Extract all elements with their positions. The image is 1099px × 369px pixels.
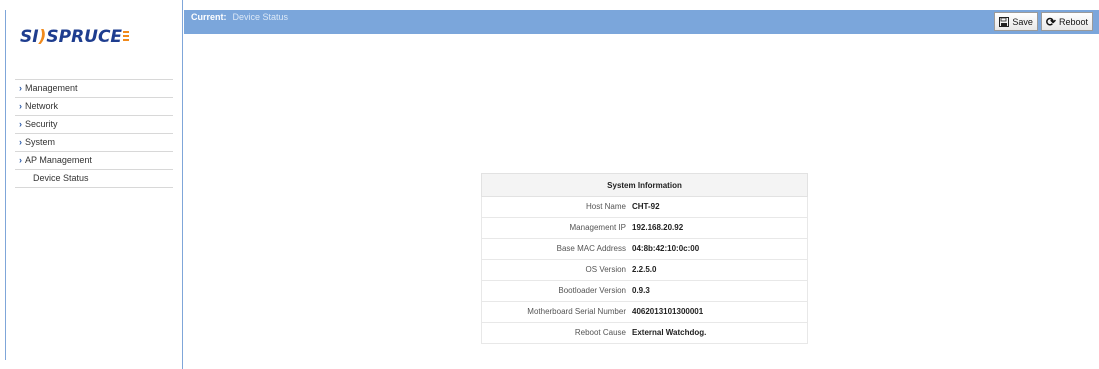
sidebar-item-security[interactable]: › Security <box>15 116 173 134</box>
row-key: Management IP <box>569 223 626 232</box>
chevron-right-icon: › <box>19 83 22 93</box>
row-key: Motherboard Serial Number <box>527 307 626 316</box>
table-row: Management IP 192.168.20.92 <box>481 218 808 239</box>
logo-text: SPRUCE <box>46 27 123 47</box>
row-value: 04:8b:42:10:0c:00 <box>632 244 700 253</box>
chevron-right-icon: › <box>19 119 22 129</box>
row-key: Bootloader Version <box>558 286 626 295</box>
row-key: Reboot Cause <box>574 328 626 337</box>
logo-prefix: SI <box>20 27 39 47</box>
sidebar-item-label: Security <box>25 119 58 129</box>
sidebar-item-system[interactable]: › System <box>15 134 173 152</box>
sidebar-item-management[interactable]: › Management <box>15 80 173 98</box>
floppy-disk-icon <box>999 16 1010 27</box>
table-row: Motherboard Serial Number 40620131013000… <box>481 302 808 323</box>
sidebar: SI)SPRUCE › Management › Network › Security… <box>0 0 183 369</box>
row-value: 192.168.20.92 <box>632 223 684 232</box>
table-row: Reboot Cause External Watchdog. <box>481 323 808 344</box>
table-row: OS Version 2.2.5.0 <box>481 260 808 281</box>
toolbar: Save ⟳ Reboot <box>994 12 1093 31</box>
table-row: Host Name CHT-92 <box>481 197 808 218</box>
sidebar-item-network[interactable]: › Network <box>15 98 173 116</box>
breadcrumb: Current: Device Status <box>191 10 288 24</box>
sidebar-item-label: Network <box>25 101 59 111</box>
sidebar-item-label: System <box>25 137 56 147</box>
reboot-button-label: Reboot <box>1058 16 1088 27</box>
row-value: External Watchdog. <box>632 328 707 337</box>
breadcrumb-current: Device Status <box>232 12 289 22</box>
sidebar-item-ap-management[interactable]: › AP Management <box>15 152 173 170</box>
table-title: System Information <box>481 173 808 197</box>
row-value: 4062013101300001 <box>632 307 704 316</box>
system-information-table: System Information Host Name CHT-92 Mana… <box>481 173 808 344</box>
row-value: 0.9.3 <box>632 286 650 295</box>
reboot-button[interactable]: ⟳ Reboot <box>1040 12 1093 31</box>
logo-stripes-icon <box>123 31 130 43</box>
breadcrumb-label: Current: <box>191 12 227 22</box>
chevron-right-icon: › <box>19 155 22 165</box>
row-value: CHT-92 <box>632 202 660 211</box>
chevron-right-icon: › <box>19 101 22 111</box>
sidebar-item-label: Device Status <box>33 173 89 183</box>
table-row: Bootloader Version 0.9.3 <box>481 281 808 302</box>
sidebar-edge <box>5 10 6 360</box>
row-key: Base MAC Address <box>556 244 626 253</box>
chevron-right-icon: › <box>19 137 22 147</box>
header-bar: Current: Device Status Save ⟳ Reboot <box>184 10 1099 34</box>
sidebar-item-label: AP Management <box>25 155 92 165</box>
refresh-icon: ⟳ <box>1045 14 1056 29</box>
table-row: Base MAC Address 04:8b:42:10:0c:00 <box>481 239 808 260</box>
sidebar-item-device-status[interactable]: Device Status <box>15 170 173 188</box>
sidebar-nav: › Management › Network › Security › System ›… <box>15 79 173 188</box>
row-key: Host Name <box>585 202 626 211</box>
save-button[interactable]: Save <box>994 12 1038 31</box>
row-key: OS Version <box>585 265 626 274</box>
spruce-logo: SI)SPRUCE <box>20 27 130 47</box>
save-button-label: Save <box>1012 16 1033 27</box>
row-value: 2.2.5.0 <box>632 265 657 274</box>
sidebar-item-label: Management <box>25 83 78 93</box>
